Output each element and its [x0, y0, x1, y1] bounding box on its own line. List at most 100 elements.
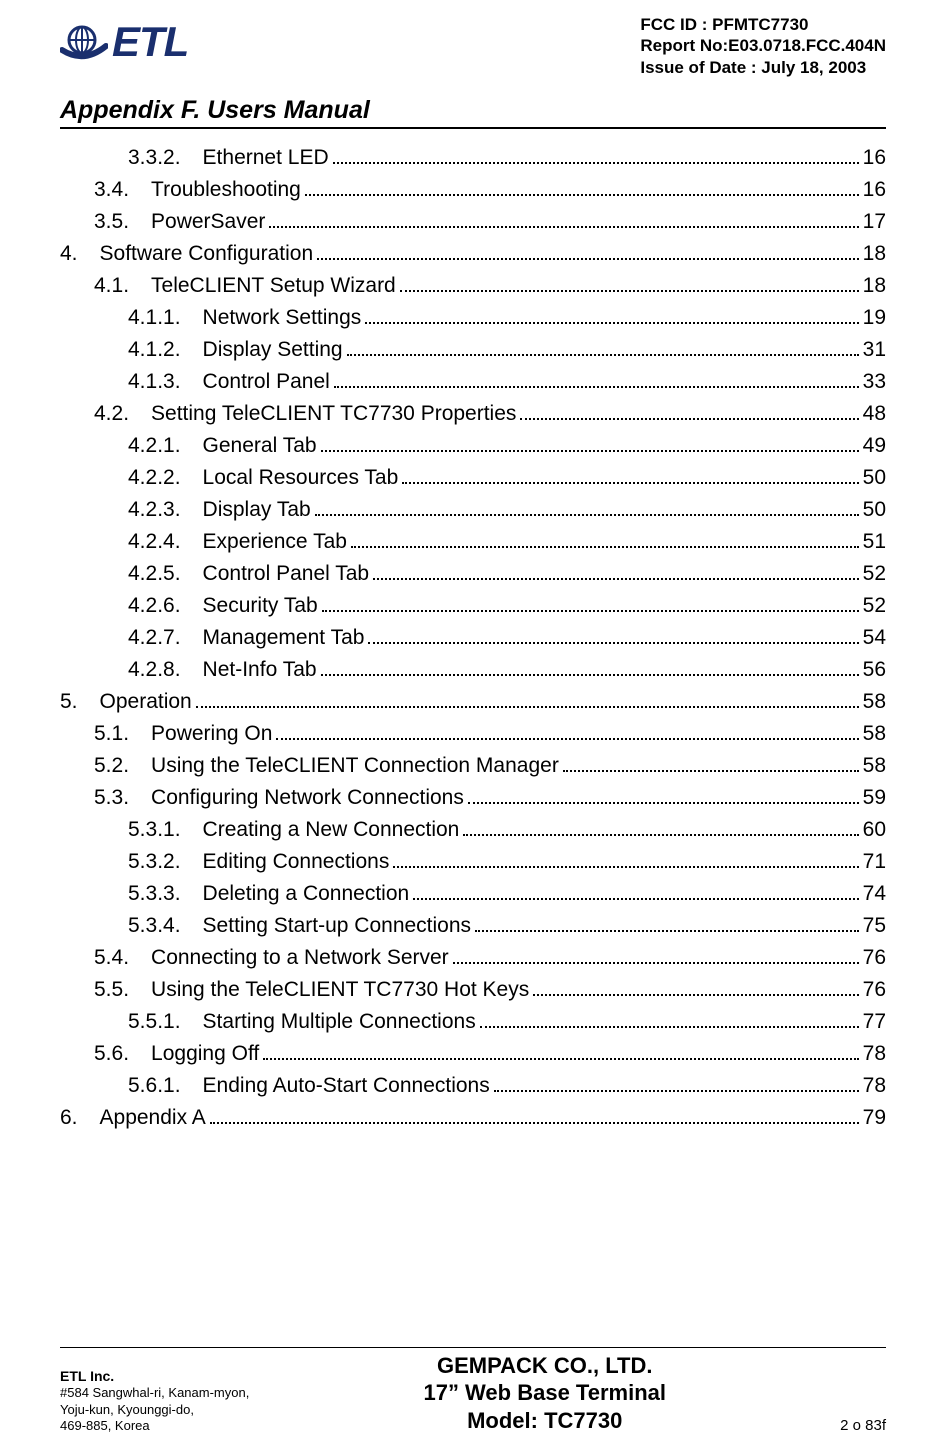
toc-entry-number: 5.4. — [94, 947, 151, 968]
toc-entry-number: 4. — [60, 243, 100, 264]
toc-entry-page: 78 — [863, 1043, 886, 1064]
toc-entry-page: 58 — [863, 755, 886, 776]
toc-entry-page: 51 — [863, 531, 886, 552]
toc-leader-dots — [453, 947, 859, 964]
toc-entry: 5.3.1.Creating a New Connection60 — [60, 819, 886, 840]
toc-leader-dots — [463, 819, 858, 836]
toc-entry-title: Control Panel Tab — [203, 563, 370, 584]
toc-entry-title: Using the TeleCLIENT Connection Manager — [151, 755, 559, 776]
toc-entry-title: Editing Connections — [203, 851, 390, 872]
footer-address: ETL Inc. #584 Sangwhal-ri, Kanam-myon, Y… — [60, 1368, 249, 1434]
toc-entry-title: Using the TeleCLIENT TC7730 Hot Keys — [151, 979, 529, 1000]
toc-entry-title: PowerSaver — [151, 211, 265, 232]
toc-entry-page: 50 — [863, 499, 886, 520]
toc-leader-dots — [520, 403, 858, 420]
toc-entry-page: 79 — [863, 1107, 886, 1128]
toc-leader-dots — [263, 1043, 858, 1060]
footer-center-3: Model: TC7730 — [423, 1407, 666, 1435]
toc-entry: 5.4.Connecting to a Network Server 76 — [60, 947, 886, 968]
toc-entry: 4.2.7.Management Tab54 — [60, 627, 886, 648]
appendix-title: Appendix F. Users Manual — [60, 96, 886, 125]
toc-entry-page: 71 — [863, 851, 886, 872]
toc-entry: 5.3.2.Editing Connections71 — [60, 851, 886, 872]
toc-entry-page: 77 — [863, 1011, 886, 1032]
toc-leader-dots — [373, 563, 859, 580]
toc-entry-number: 5.3.4. — [128, 915, 203, 936]
toc-entry-page: 76 — [863, 947, 886, 968]
footer-company: ETL Inc. — [60, 1368, 249, 1386]
toc-entry: 3.4.Troubleshooting16 — [60, 179, 886, 200]
toc-leader-dots — [393, 851, 858, 868]
toc-leader-dots — [321, 659, 859, 676]
toc-entry-number: 5.5.1. — [128, 1011, 203, 1032]
toc-entry-number: 4.2.3. — [128, 499, 203, 520]
toc-entry-page: 19 — [863, 307, 886, 328]
toc-entry: 5.5.1.Starting Multiple Connections 77 — [60, 1011, 886, 1032]
toc-entry-number: 5.6.1. — [128, 1075, 203, 1096]
toc-entry: 5.Operation58 — [60, 691, 886, 712]
toc-leader-dots — [305, 179, 859, 196]
toc-entry-page: 33 — [863, 371, 886, 392]
toc-entry-title: Display Tab — [203, 499, 311, 520]
fcc-id: FCC ID : PFMTC7730 — [640, 14, 886, 35]
toc-leader-dots — [269, 211, 858, 228]
toc-entry-number: 4.2. — [94, 403, 151, 424]
toc-entry: 5.5.Using the TeleCLIENT TC7730 Hot Keys… — [60, 979, 886, 1000]
toc-entry-page: 31 — [863, 339, 886, 360]
toc-entry: 4.2.8.Net-Info Tab56 — [60, 659, 886, 680]
toc-entry-page: 17 — [863, 211, 886, 232]
toc-entry-page: 54 — [863, 627, 886, 648]
document-header: ETL FCC ID : PFMTC7730 Report No:E03.071… — [60, 0, 886, 100]
toc-entry: 4.1.TeleCLIENT Setup Wizard18 — [60, 275, 886, 296]
toc-entry-number: 3.4. — [94, 179, 151, 200]
toc-entry-number: 4.2.8. — [128, 659, 203, 680]
toc-entry: 4.1.2.Display Setting31 — [60, 339, 886, 360]
toc-entry: 4.1.3.Control Panel 33 — [60, 371, 886, 392]
toc-leader-dots — [347, 339, 859, 356]
footer-addr1: #584 Sangwhal-ri, Kanam-myon, — [60, 1385, 249, 1401]
toc-entry: 5.6.Logging Off78 — [60, 1043, 886, 1064]
toc-entry-page: 78 — [863, 1075, 886, 1096]
toc-leader-dots — [351, 531, 859, 548]
footer-center: GEMPACK CO., LTD. 17” Web Base Terminal … — [423, 1352, 666, 1435]
toc-entry-title: Security Tab — [203, 595, 318, 616]
footer-page-number: 2 o 83f — [840, 1417, 886, 1434]
toc-entry-title: Ethernet LED — [203, 147, 329, 168]
toc-leader-dots — [368, 627, 858, 644]
toc-entry-number: 4.2.2. — [128, 467, 203, 488]
toc-entry-title: Setting Start-up Connections — [203, 915, 472, 936]
toc-entry: 5.3.4.Setting Start-up Connections75 — [60, 915, 886, 936]
toc-entry: 4.1.1.Network Settings19 — [60, 307, 886, 328]
toc-entry-page: 52 — [863, 595, 886, 616]
toc-entry-number: 4.2.5. — [128, 563, 203, 584]
toc-entry: 4.2.1.General Tab49 — [60, 435, 886, 456]
toc-entry-title: Ending Auto-Start Connections — [203, 1075, 490, 1096]
footer-addr3: 469-885, Korea — [60, 1418, 249, 1434]
toc-entry: 4.Software Configuration18 — [60, 243, 886, 264]
toc-entry: 4.2.6.Security Tab52 — [60, 595, 886, 616]
toc-entry-title: Setting TeleCLIENT TC7730 Properties — [151, 403, 516, 424]
toc-entry-title: Control Panel — [203, 371, 330, 392]
globe-swoosh-icon — [60, 20, 108, 64]
header-info: FCC ID : PFMTC7730 Report No:E03.0718.FC… — [640, 14, 886, 78]
toc-entry-number: 4.1.2. — [128, 339, 203, 360]
toc-entry-page: 50 — [863, 467, 886, 488]
issue-date: Issue of Date : July 18, 2003 — [640, 57, 886, 78]
toc-entry-title: Management Tab — [203, 627, 365, 648]
toc-entry-number: 4.1.3. — [128, 371, 203, 392]
toc-leader-dots — [276, 723, 858, 740]
toc-leader-dots — [365, 307, 858, 324]
toc-entry-title: Starting Multiple Connections — [203, 1011, 476, 1032]
toc-entry-page: 58 — [863, 691, 886, 712]
toc-entry-title: Connecting to a Network Server — [151, 947, 449, 968]
toc-entry-title: Operation — [100, 691, 192, 712]
toc-entry-number: 6. — [60, 1107, 100, 1128]
toc-entry-page: 74 — [863, 883, 886, 904]
toc-entry-page: 18 — [863, 275, 886, 296]
toc-entry-title: Logging Off — [151, 1043, 259, 1064]
toc-entry-title: General Tab — [203, 435, 317, 456]
toc-entry-page: 48 — [863, 403, 886, 424]
toc-leader-dots — [480, 1011, 859, 1028]
toc-entry-number: 4.2.1. — [128, 435, 203, 456]
toc-entry-title: Software Configuration — [100, 243, 314, 264]
